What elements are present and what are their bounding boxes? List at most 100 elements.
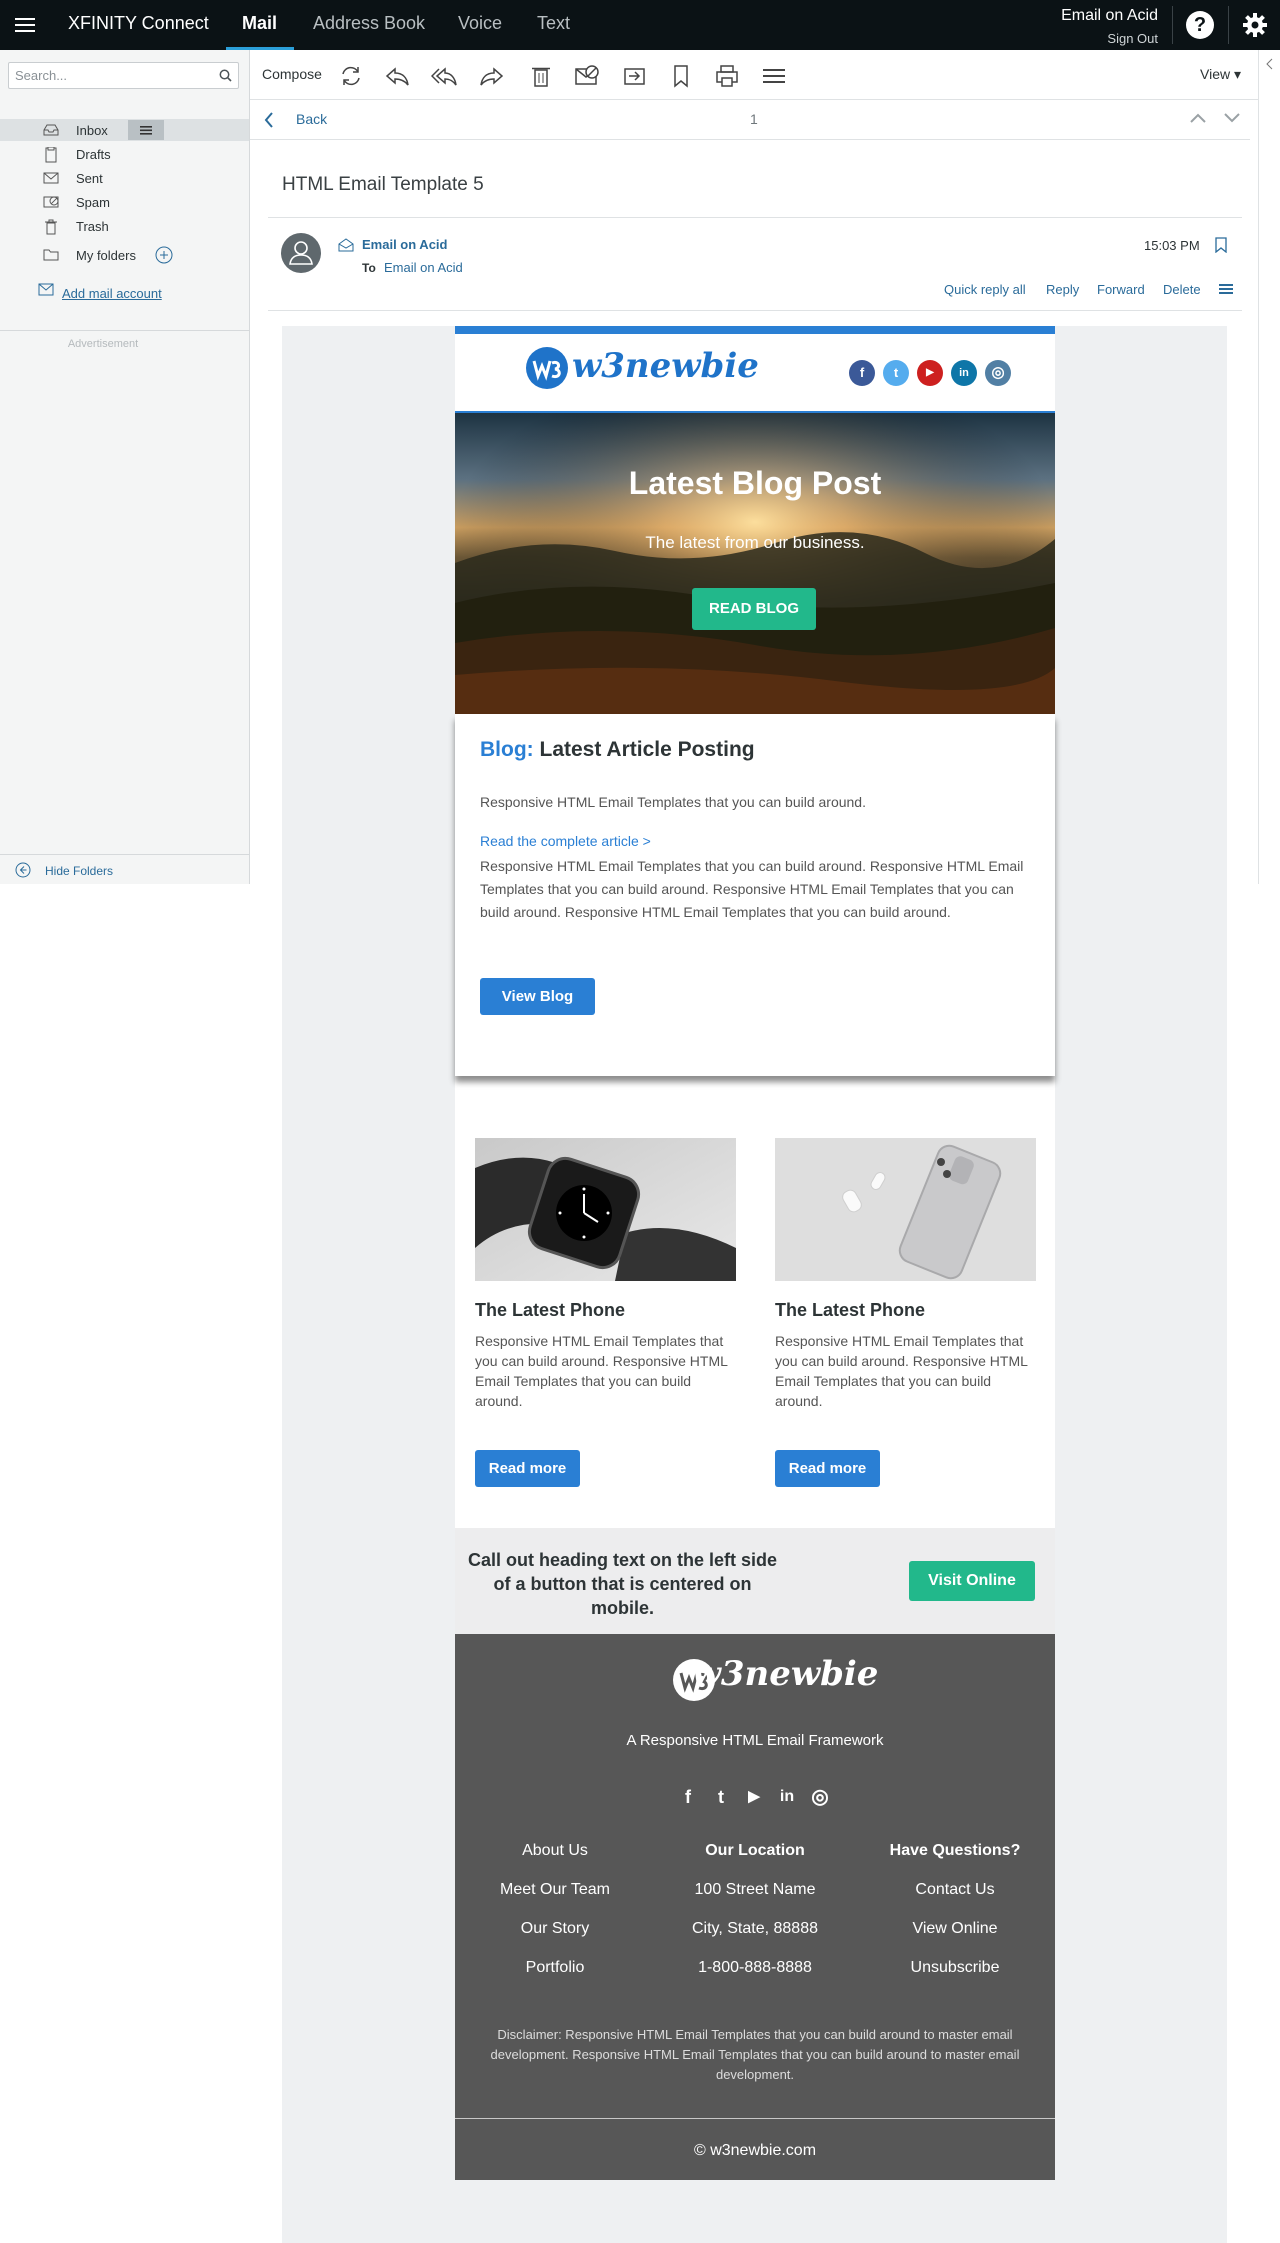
avatar	[281, 233, 321, 273]
forward-icon[interactable]	[479, 63, 505, 89]
refresh-icon[interactable]	[338, 63, 364, 89]
product-description: Responsive HTML Email Templates that you…	[775, 1333, 1028, 1409]
reply-all-icon[interactable]	[431, 63, 457, 89]
tab-text[interactable]: Text	[537, 13, 570, 34]
folder-sent[interactable]: Sent	[0, 167, 249, 189]
spam-icon	[43, 195, 59, 210]
folder-label: Sent	[76, 171, 103, 186]
folder-label: Inbox	[76, 123, 108, 138]
tab-address-book[interactable]: Address Book	[313, 13, 425, 34]
folder-drafts[interactable]: Drafts	[0, 143, 249, 165]
read-blog-button[interactable]: READ BLOG	[692, 588, 816, 630]
add-mail-account-link[interactable]: Add mail account	[62, 286, 162, 301]
recipient-name[interactable]: Email on Acid	[384, 260, 463, 275]
bookmark-icon[interactable]	[668, 63, 694, 89]
facebook-icon[interactable]: f	[849, 360, 875, 386]
read-more-button[interactable]: Read more	[775, 1450, 880, 1487]
divider	[0, 330, 249, 331]
meet-our-team-link[interactable]: Meet Our Team	[455, 1881, 655, 1920]
youtube-icon[interactable]: ▶	[741, 1784, 767, 1810]
read-article-link[interactable]: Read the complete article >	[480, 833, 651, 849]
reply-icon[interactable]	[384, 63, 410, 89]
message-menu-icon[interactable]	[1218, 282, 1234, 296]
chevron-left-icon[interactable]	[264, 112, 274, 128]
callout-heading: Call out heading text on the left side o…	[467, 1550, 778, 1618]
read-more-button[interactable]: Read more	[475, 1450, 580, 1487]
tab-voice[interactable]: Voice	[458, 13, 502, 34]
folder-trash[interactable]: Trash	[0, 215, 249, 237]
sender-name[interactable]: Email on Acid	[362, 237, 447, 252]
more-icon[interactable]	[761, 63, 787, 89]
twitter-icon[interactable]: t	[708, 1784, 734, 1810]
view-dropdown[interactable]: View ▾	[1200, 66, 1241, 83]
footer-logo: w3newbie	[691, 1654, 879, 1694]
bookmark-icon[interactable]	[1214, 237, 1228, 253]
email-top-bar	[455, 326, 1055, 334]
delete-icon[interactable]	[528, 63, 554, 89]
product-description: Responsive HTML Email Templates that you…	[475, 1333, 728, 1409]
phone-image	[775, 1138, 1036, 1281]
our-story-link[interactable]: Our Story	[455, 1920, 655, 1959]
folder-menu-icon[interactable]	[128, 120, 164, 140]
view-online-link[interactable]: View Online	[855, 1920, 1055, 1959]
article-title: Blog: Latest Article Posting	[480, 738, 755, 762]
email-body: w3newbie f t ▶ in ◎ Latest Blog Post The…	[455, 326, 1055, 2180]
quick-reply-all-link[interactable]: Quick reply all	[944, 282, 1026, 297]
folder-inbox[interactable]: Inbox	[0, 119, 249, 141]
move-icon[interactable]	[622, 63, 648, 89]
folder-spam[interactable]: Spam	[0, 191, 249, 213]
print-icon[interactable]	[714, 63, 740, 89]
mail-toolbar: Compose View ▾	[250, 50, 1280, 100]
compose-button[interactable]: Compose	[262, 66, 322, 82]
add-folder-icon[interactable]	[155, 246, 173, 264]
article-title-keyword: Blog:	[480, 738, 534, 761]
instagram-icon[interactable]: ◎	[807, 1784, 833, 1810]
delete-link[interactable]: Delete	[1163, 282, 1201, 297]
visit-online-button[interactable]: Visit Online	[909, 1561, 1035, 1601]
brand-title[interactable]: XFINITY Connect	[68, 13, 209, 34]
folder-sidebar: Inbox Drafts Sent Spam Trash My folders …	[0, 50, 250, 884]
back-button[interactable]: Back	[296, 111, 327, 127]
sign-out-link[interactable]: Sign Out	[1107, 31, 1158, 46]
article-title-text: Latest Article Posting	[539, 738, 755, 761]
copyright-text: © w3newbie.com	[693, 2142, 817, 2159]
gear-icon[interactable]	[1241, 11, 1269, 39]
search-icon[interactable]	[219, 69, 232, 82]
reply-link[interactable]: Reply	[1046, 282, 1079, 297]
instagram-icon[interactable]: ◎	[985, 360, 1011, 386]
youtube-icon[interactable]: ▶	[917, 360, 943, 386]
footer-column-questions: Have Questions? Contact Us View Online U…	[855, 1842, 1055, 1998]
spam-icon[interactable]	[574, 63, 600, 89]
twitter-icon[interactable]: t	[883, 360, 909, 386]
search-input[interactable]	[15, 68, 205, 83]
help-icon[interactable]: ?	[1186, 11, 1214, 39]
view-blog-button[interactable]: View Blog	[480, 978, 595, 1015]
chevron-left-icon[interactable]	[1266, 58, 1274, 70]
w3newbie-logo: w3newbie	[572, 346, 759, 386]
chevron-up-icon[interactable]	[1189, 112, 1207, 124]
tab-mail[interactable]: Mail	[242, 13, 277, 34]
unsubscribe-link[interactable]: Unsubscribe	[855, 1959, 1055, 1998]
phone-number[interactable]: 1-800-888-8888	[655, 1959, 855, 1998]
contact-us-link[interactable]: Contact Us	[855, 1881, 1055, 1920]
callout-section: Call out heading text on the left side o…	[455, 1528, 1055, 1634]
linkedin-icon[interactable]: in	[774, 1784, 800, 1810]
about-us-link[interactable]: About Us	[455, 1842, 655, 1881]
email-footer: w3newbie A Responsive HTML Email Framewo…	[455, 1634, 1055, 2180]
forward-link[interactable]: Forward	[1097, 282, 1145, 297]
w3newbie-logo-icon	[525, 346, 569, 390]
to-label: To	[362, 261, 376, 275]
hide-folders-button[interactable]: Hide Folders	[0, 854, 249, 884]
linkedin-icon[interactable]: in	[951, 360, 977, 386]
chevron-down-icon[interactable]	[1223, 112, 1241, 124]
portfolio-link[interactable]: Portfolio	[455, 1959, 655, 1998]
hamburger-menu-icon[interactable]	[14, 14, 36, 36]
mail-account-icon	[38, 283, 54, 296]
message-subject: HTML Email Template 5	[282, 174, 484, 195]
my-folders[interactable]: My folders	[0, 244, 249, 266]
user-name: Email on Acid	[1061, 7, 1158, 24]
right-panel-edge	[1258, 50, 1280, 884]
facebook-icon[interactable]: f	[675, 1784, 701, 1810]
sent-icon	[43, 171, 59, 185]
article-body: Responsive HTML Email Templates that you…	[480, 858, 1024, 920]
